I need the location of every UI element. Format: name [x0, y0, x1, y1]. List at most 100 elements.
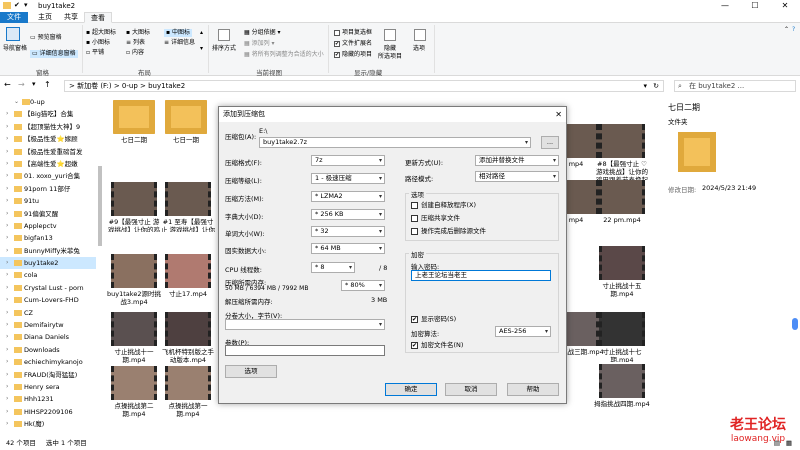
sidebar-item[interactable]: › Crystal Lust - porn — [0, 282, 96, 294]
maximize-button[interactable]: ☐ — [740, 0, 770, 12]
sidebar-item[interactable]: › Hk(魔) — [0, 418, 96, 430]
split-combo[interactable]: ▾ — [225, 319, 385, 330]
sidebar-item[interactable]: › Applepctv — [0, 220, 96, 232]
expand-right-icon[interactable]: › — [6, 121, 8, 133]
search-input[interactable]: ⌕ 在 buy1take2 ... — [674, 80, 796, 92]
enc-method-combo[interactable]: AES-256 ▾ — [495, 326, 551, 337]
options-button[interactable]: 选项 — [225, 365, 277, 378]
sidebar-item[interactable]: › 【Big猫吃】合集 — [0, 108, 96, 120]
s-icons-option[interactable]: ▪ 小图标 — [86, 39, 110, 47]
list-item[interactable]: #8【最强寸止 ♡游戏挑战】让你的鸡巴跟着节奏撸起来， — [594, 124, 650, 180]
minimize-button[interactable]: — — [710, 0, 740, 12]
tab-view[interactable]: 查看 — [84, 12, 112, 23]
list-item[interactable]: 飞机杯特别版之手动版本.mp4 — [160, 312, 216, 364]
encrypt-names-checkbox[interactable]: ✔ 加密文件名(N) — [411, 341, 463, 349]
expand-right-icon[interactable]: › — [6, 269, 8, 281]
nav-pane-button[interactable]: 导航窗格 — [3, 45, 27, 53]
collapse-ribbon-icon[interactable]: ⌃ — [784, 26, 789, 34]
sidebar-item[interactable]: › Diana Daniels — [0, 331, 96, 343]
sfx-checkbox[interactable]: 创建自释放程序(X) — [411, 201, 476, 209]
sidebar-item[interactable]: › bigfan13 — [0, 232, 96, 244]
tab-share[interactable]: 共享 — [58, 12, 84, 23]
expand-right-icon[interactable]: › — [6, 133, 8, 145]
method-combo[interactable]: * LZMA2 ▾ — [311, 191, 385, 202]
list-item[interactable]: 拇指挑战四期.mp4 — [594, 364, 650, 408]
list-item[interactable]: 寸止挑战十五期.mp4 — [594, 246, 650, 298]
list-option[interactable]: ≡ 列表 — [126, 39, 145, 47]
solid-combo[interactable]: * 64 MB ▾ — [311, 243, 385, 254]
expand-right-icon[interactable]: › — [6, 406, 8, 418]
cpu-combo[interactable]: * 8 ▾ — [311, 262, 355, 273]
sidebar-item[interactable]: › 91偏偏又醒 — [0, 208, 96, 220]
expand-right-icon[interactable]: › — [6, 307, 8, 319]
layout-scroll-up-icon[interactable]: ▴ — [200, 29, 203, 37]
list-item[interactable]: #9【最强寸止 游戏挑战】让你的鸡巴跟着节奏撸起来， — [106, 182, 162, 232]
qa-dropdown-icon[interactable]: ▾ — [24, 1, 28, 9]
sidebar-item[interactable]: › 【极品性爱⭐嫁顾 — [0, 133, 96, 145]
nav-scrollbar[interactable] — [97, 96, 103, 434]
expand-right-icon[interactable]: › — [6, 344, 8, 356]
assistant-icon[interactable] — [792, 318, 798, 330]
add-cols-button[interactable]: ▦ 添加列 ▾ — [244, 40, 275, 48]
password-input[interactable]: 上老王论坛当老王 — [411, 270, 551, 281]
expand-right-icon[interactable]: › — [6, 220, 8, 232]
back-icon[interactable]: ← — [4, 80, 11, 89]
sidebar-item[interactable]: › 【超顶猫性大神】9 — [0, 121, 96, 133]
sidebar-item[interactable]: › Henry sera — [0, 381, 96, 393]
expand-down-icon[interactable]: ⌄ — [14, 96, 19, 108]
sidebar-item[interactable]: › 91tu — [0, 195, 96, 207]
expand-right-icon[interactable]: › — [6, 208, 8, 220]
sidebar-item[interactable]: › BunnyMiffy米菲兔 — [0, 245, 96, 257]
list-item[interactable]: #1 至寿【最强寸止 游戏挑战】让你的鸡巴跟着节奏撸起来， — [160, 182, 216, 232]
sidebar-item[interactable]: › FRAUD(淘哥猛猛) — [0, 369, 96, 381]
format-combo[interactable]: 7z ▾ — [311, 155, 385, 166]
content-option[interactable]: ▫ 内容 — [126, 49, 144, 57]
sidebar-item[interactable]: › buy1take2 — [0, 257, 96, 270]
scrollbar-thumb[interactable] — [98, 166, 102, 246]
expand-right-icon[interactable]: › — [6, 331, 8, 343]
up-icon[interactable]: ↑ — [44, 80, 51, 89]
large-icons-view-icon[interactable]: ▦ — [786, 436, 792, 450]
sidebar-item[interactable]: › 01. xoxo_yuri合集 — [0, 170, 96, 182]
details-option[interactable]: ≡ 详细信息 — [164, 39, 195, 47]
options-button[interactable]: 选项 — [413, 45, 425, 53]
sidebar-item[interactable]: › 【高端性爱⭐超嫩 — [0, 158, 96, 170]
ok-button[interactable]: 确定 — [385, 383, 437, 396]
tab-file[interactable]: 文件 — [0, 12, 28, 23]
sidebar-item[interactable]: › Downloads — [0, 344, 96, 356]
expand-right-icon[interactable]: › — [6, 170, 8, 182]
expand-right-icon[interactable]: › — [6, 183, 8, 195]
sidebar-item[interactable]: › cola — [0, 269, 96, 281]
dict-combo[interactable]: * 256 KB ▾ — [311, 209, 385, 220]
archive-name-combo[interactable]: buy1take2.7z ▾ — [259, 137, 531, 148]
sidebar-item[interactable]: › Hhh1231 — [0, 393, 96, 405]
show-password-checkbox[interactable]: ✔ 显示密码(S) — [411, 315, 456, 323]
l-icons-option[interactable]: ▪ 大图标 — [126, 29, 150, 37]
expand-right-icon[interactable]: › — [6, 356, 8, 368]
sidebar-item[interactable]: › Cum-Lovers-FHD — [0, 294, 96, 306]
sidebar-item[interactable]: › Demifairytw — [0, 319, 96, 331]
list-item[interactable]: buy1take2源时挑战3.mp4 — [106, 254, 162, 306]
update-combo[interactable]: 添加并替换文件 ▾ — [475, 155, 559, 166]
refresh-icon[interactable]: ↻ — [653, 81, 659, 92]
pathmode-combo[interactable]: 相对路径 ▾ — [475, 171, 559, 182]
sidebar-item[interactable]: › echiechimykanojo — [0, 356, 96, 368]
expand-right-icon[interactable]: › — [6, 232, 8, 244]
sidebar-item[interactable]: › 【极品性爱重磅首发 — [0, 146, 96, 158]
tiles-option[interactable]: ▫ 平铺 — [86, 49, 104, 57]
expand-right-icon[interactable]: › — [6, 369, 8, 381]
layout-more-icon[interactable]: ▾ — [200, 45, 203, 53]
browse-button[interactable]: ... — [541, 136, 559, 149]
expand-right-icon[interactable]: › — [6, 146, 8, 158]
word-combo[interactable]: * 32 ▾ — [311, 226, 385, 237]
close-button[interactable]: ✕ — [770, 0, 800, 12]
params-input[interactable] — [225, 345, 385, 356]
dialog-close-button[interactable]: ✕ — [555, 107, 562, 122]
list-item[interactable]: 点操挑战第二期.mp4 — [106, 366, 162, 418]
forward-icon[interactable]: → — [18, 80, 25, 89]
hide-selected-button[interactable]: 隐藏 所选项目 — [378, 45, 402, 61]
expand-right-icon[interactable]: › — [6, 381, 8, 393]
list-item[interactable]: 七日二期 — [106, 100, 162, 144]
m-icons-option[interactable]: ▪ 中图标 — [164, 29, 192, 37]
address-dropdown-icon[interactable]: ▾ — [643, 81, 647, 92]
